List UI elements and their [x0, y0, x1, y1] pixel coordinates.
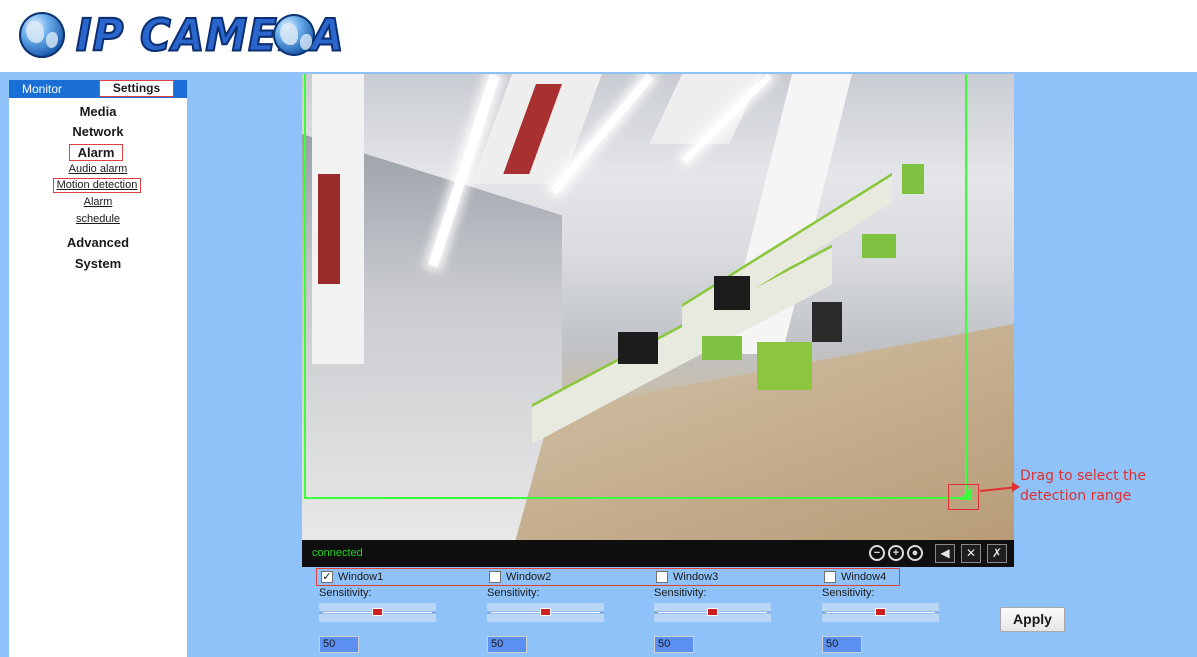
window-4-checkbox[interactable] [824, 571, 836, 583]
window-2-checkbox[interactable] [489, 571, 501, 583]
menu-audio-alarm[interactable]: Audio alarm [9, 163, 187, 175]
sensitivity-slider[interactable] [319, 603, 436, 622]
top-nav: Monitor Settings [9, 80, 187, 98]
tab-settings[interactable]: Settings [99, 80, 174, 97]
menu-motion-detection[interactable]: Motion detection [53, 178, 141, 193]
sensitivity-value[interactable]: 50 [822, 636, 862, 653]
window-4-label: Window4 [841, 571, 887, 583]
header: IP CAMERA [0, 0, 1197, 72]
sensitivity-slider[interactable] [822, 603, 939, 622]
resize-arrow-icon [959, 488, 971, 500]
slider-thumb[interactable] [372, 608, 383, 616]
zoom-in-icon[interactable]: + [888, 545, 904, 561]
sensitivity-label: Sensitivity: [487, 587, 540, 599]
settings-tools-icon[interactable]: ✗ [987, 544, 1007, 563]
video-status-bar: connected − + ● ◀ ✕ ✗ [302, 540, 1014, 567]
menu-advanced[interactable]: Advanced [9, 235, 187, 250]
windows-highlight [316, 568, 900, 586]
menu-media[interactable]: Media [9, 104, 187, 119]
sidebar: Monitor Settings Media Network Alarm Aud… [9, 80, 187, 657]
window-1-label: Window1 [338, 571, 384, 583]
globe-icon [19, 12, 65, 58]
globe-icon [273, 14, 315, 56]
sensitivity-label: Sensitivity: [319, 587, 372, 599]
menu-system[interactable]: System [9, 256, 187, 271]
sensitivity-value[interactable]: 50 [654, 636, 694, 653]
mic-off-icon[interactable]: ✕ [961, 544, 981, 563]
window-3-label: Window3 [673, 571, 719, 583]
mute-icon[interactable]: ◀ [935, 544, 955, 563]
sensitivity-value[interactable]: 50 [487, 636, 527, 653]
sensitivity-slider[interactable] [654, 603, 771, 622]
window-2-label: Window2 [506, 571, 552, 583]
sensitivity-label: Sensitivity: [822, 587, 875, 599]
menu-alarm[interactable]: Alarm [69, 144, 123, 161]
menu-schedule[interactable]: schedule [9, 213, 187, 225]
slider-thumb[interactable] [875, 608, 886, 616]
sensitivity-slider[interactable] [487, 603, 604, 622]
sensitivity-label: Sensitivity: [654, 587, 707, 599]
connection-status: connected [312, 547, 363, 559]
annotation-arrowhead [1012, 482, 1020, 492]
motion-detection-area[interactable] [304, 74, 967, 499]
record-icon[interactable]: ● [907, 545, 923, 561]
sensitivity-value[interactable]: 50 [319, 636, 359, 653]
menu-network[interactable]: Network [9, 124, 187, 139]
menu-alarm-settings[interactable]: Alarm [9, 196, 187, 208]
window-3-checkbox[interactable] [656, 571, 668, 583]
zoom-out-icon[interactable]: − [869, 545, 885, 561]
tab-monitor[interactable]: Monitor [22, 82, 62, 96]
video-feed[interactable] [302, 74, 1014, 540]
annotation-text: Drag to select the detection range [1020, 468, 1146, 504]
window-1-checkbox[interactable]: ✓ [321, 571, 333, 583]
slider-thumb[interactable] [707, 608, 718, 616]
slider-thumb[interactable] [540, 608, 551, 616]
apply-button[interactable]: Apply [1000, 607, 1065, 632]
